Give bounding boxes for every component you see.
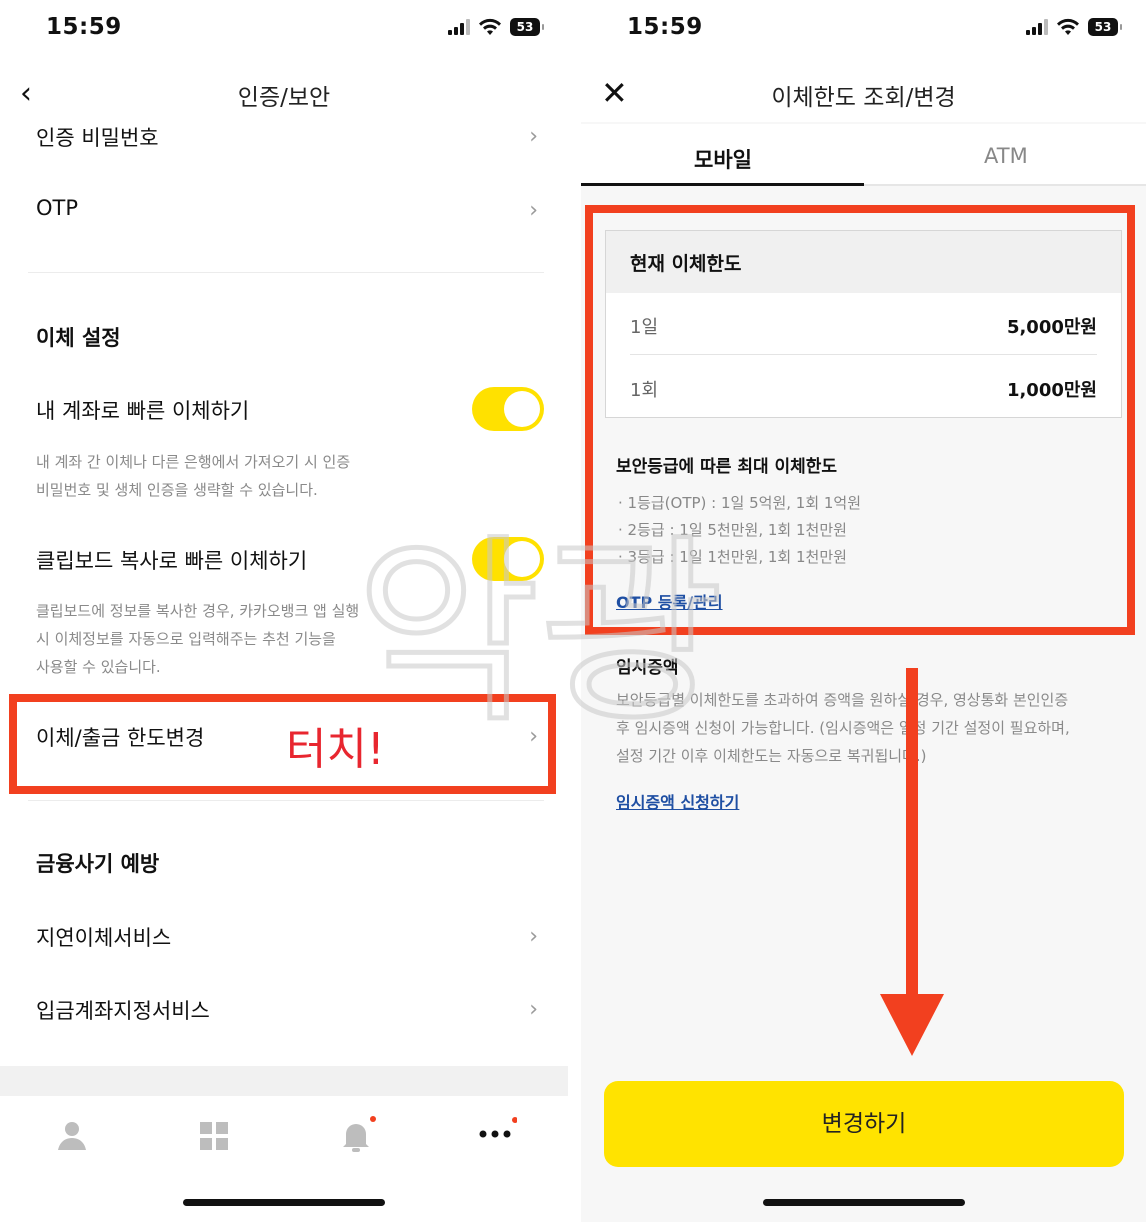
desc-line: 사용할 수 있습니다. (36, 658, 161, 676)
quick-own-transfer-toggle[interactable] (472, 387, 544, 431)
home-indicator (183, 1199, 385, 1206)
more-icon[interactable] (477, 1116, 517, 1156)
temp-increase-link[interactable]: 임시증액 신청하기 (616, 789, 739, 813)
desc-line: 후 임시증액 신청이 가능합니다. (임시증액은 일정 기간 설정이 필요하며, (616, 719, 1070, 737)
quick-own-description: 내 계좌 간 이체나 다른 은행에서 가져오기 시 인증 비밀번호 및 생체 인… (36, 448, 396, 504)
wifi-icon (479, 18, 501, 35)
desc-line: 내 계좌 간 이체나 다른 은행에서 가져오기 시 인증 (36, 453, 351, 471)
bottom-gray-strip (0, 1066, 568, 1096)
status-bar: 15:59 53 (0, 14, 568, 46)
tab-bar: 모바일 ATM (581, 124, 1146, 186)
row-label: OTP (36, 196, 79, 220)
active-tab-indicator (581, 183, 864, 186)
touch-annotation: 터치! (286, 724, 385, 775)
bell-icon[interactable] (336, 1116, 376, 1156)
bottom-tab-bar (0, 1066, 568, 1222)
chevron-right-icon: › (529, 198, 538, 223)
battery-icon: 53 (1088, 18, 1122, 36)
desc-line: 클립보드에 정보를 복사한 경우, 카카오뱅크 앱 실행 (36, 602, 360, 620)
desc-line: 시 이체정보를 자동으로 입력해주는 추천 기능을 (36, 630, 336, 648)
clipboard-transfer-toggle[interactable] (472, 537, 544, 581)
tab-mobile[interactable]: 모바일 (694, 144, 752, 174)
row-label: 인증 비밀번호 (36, 126, 159, 150)
delay-transfer-row[interactable]: 지연이체서비스 › (36, 922, 544, 952)
section-title-transfer: 이체 설정 (36, 326, 121, 350)
transfer-limit-screen: 15:59 53 15:59 53 ✕ 이체한도 조회/변경 모바일 ATM 현… (581, 0, 1146, 1222)
quick-own-transfer-row: 내 계좌로 빠른 이체하기 (36, 395, 544, 425)
profile-icon[interactable] (52, 1116, 92, 1156)
row-label: 지연이체서비스 (36, 926, 172, 950)
clipboard-description: 클립보드에 정보를 복사한 경우, 카카오뱅크 앱 실행 시 이체정보를 자동으… (36, 597, 396, 681)
chevron-right-icon: › (529, 124, 538, 149)
security-settings-screen: 15:59 53 ‹ 인증/보안 인증 비밀번호 › OTP › 이체 설정 내… (0, 0, 568, 1222)
signal-icon (448, 19, 470, 35)
arrow-head (880, 994, 944, 1056)
status-icons: 53 (448, 18, 544, 36)
clipboard-transfer-row: 클립보드 복사로 빠른 이체하기 (36, 545, 544, 575)
highlight-box (585, 205, 1135, 635)
desc-line: 보안등급별 이체한도를 초과하여 증액을 원하실 경우, 영상통화 본인인증 (616, 691, 1069, 709)
chevron-right-icon: › (529, 997, 538, 1022)
page-title: 이체한도 조회/변경 (771, 85, 956, 111)
home-indicator (762, 1199, 965, 1206)
status-icons: 53 (1026, 18, 1122, 36)
desc-line: 설정 기간 이후 이체한도는 자동으로 복귀됩니다.) (616, 747, 927, 765)
divider (28, 272, 544, 273)
otp-row[interactable]: OTP › (36, 196, 544, 223)
status-bar-overlay: 15:59 53 (581, 14, 1146, 46)
highlight-box (9, 694, 556, 794)
row-label: 내 계좌로 빠른 이체하기 (36, 399, 250, 423)
nav-bar: ✕ 이체한도 조회/변경 (581, 62, 1146, 122)
temp-increase-description: 보안등급별 이체한도를 초과하여 증액을 원하실 경우, 영상통화 본인인증 후… (616, 686, 1116, 770)
status-time: 15:59 (627, 14, 703, 40)
chevron-right-icon: › (529, 924, 538, 949)
arrow-annotation (906, 668, 918, 998)
desc-line: 비밀번호 및 생체 인증을 생략할 수 있습니다. (36, 481, 318, 499)
grid-icon[interactable] (194, 1116, 234, 1156)
signal-icon (1026, 19, 1048, 35)
nav-bar: ‹ 인증/보안 (0, 62, 568, 122)
auth-password-row[interactable]: 인증 비밀번호 › (36, 122, 544, 152)
divider (28, 800, 544, 801)
row-label: 클립보드 복사로 빠른 이체하기 (36, 549, 308, 573)
deposit-account-row[interactable]: 입금계좌지정서비스 › (36, 995, 544, 1025)
temp-increase-heading: 임시증액 (616, 658, 679, 678)
page-title: 인증/보안 (237, 85, 331, 111)
section-title-fraud: 금융사기 예방 (36, 852, 160, 876)
tab-atm[interactable]: ATM (984, 144, 1028, 168)
row-label: 입금계좌지정서비스 (36, 999, 210, 1023)
battery-icon: 53 (510, 18, 544, 36)
change-button[interactable]: 변경하기 (604, 1081, 1124, 1167)
status-time: 15:59 (46, 14, 122, 40)
wifi-icon (1057, 18, 1079, 35)
